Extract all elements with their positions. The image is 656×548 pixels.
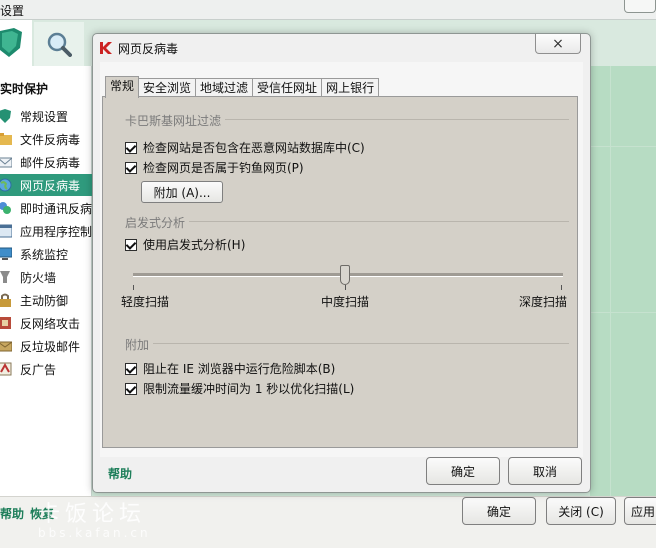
envelope-icon [0,341,12,352]
scan-tool-button[interactable] [34,22,84,66]
sidebar-item-label: 文件反病毒 [20,132,81,147]
sidebar-item-label: 反网络攻击 [20,316,81,331]
checkbox-checked-icon [125,161,137,174]
sidebar-item-anti-network-attack[interactable]: 反网络攻击 [0,312,92,334]
sidebar-item-system-watcher[interactable]: 系统监控 [0,243,92,265]
tab-online-banking[interactable]: 网上银行 [321,78,380,98]
limit-buffer-time-checkbox[interactable]: 限制流量缓冲时间为 1 秒以优化扫描(L) [125,380,354,397]
ad-icon [0,362,12,376]
checkbox-label: 检查网页是否属于钓鱼网页(P) [143,161,304,175]
protection-tool-button[interactable] [0,20,32,66]
web-antivirus-dialog: 网页反病毒 × 常规 安全浏览 地域过滤 受信任网址 网上银行 卡巴斯基网址过滤… [92,33,591,493]
monitor-icon [0,247,12,260]
network-icon [0,317,11,329]
sidebar-item-label: 主动防御 [20,293,69,308]
checkbox-checked-icon [125,141,137,154]
settings-content-area [590,66,656,496]
dialog-titlebar: 网页反病毒 × [93,34,590,62]
sidebar-item-label: 防火墙 [20,270,57,285]
slider-label-high: 深度扫描 [519,295,568,309]
tab-safe-browsing[interactable]: 安全浏览 [138,78,197,98]
sidebar-item-label: 即时通讯反病 [20,201,92,216]
firewall-icon [0,271,10,283]
slider-label-mid: 中度扫描 [321,295,370,309]
dialog-close-button[interactable]: × [535,34,581,54]
settings-titlebar: 设置 [0,0,656,20]
tab-trusted-urls[interactable]: 受信任网址 [252,78,323,98]
dialog-ok-button[interactable]: 确定 [426,457,500,485]
block-ie-scripts-checkbox[interactable]: 阻止在 IE 浏览器中运行危险脚本(B) [125,360,335,377]
slider-tick [133,285,134,290]
sidebar-item-label: 网页反病毒 [20,178,81,193]
slider-tick [561,285,562,290]
heuristic-analysis-checkbox[interactable]: 使用启发式分析(H) [125,236,245,253]
dialog-title: 网页反病毒 [118,42,179,56]
sidebar-item-proactive-defense[interactable]: 主动防御 [0,289,92,311]
checkbox-label: 限制流量缓冲时间为 1 秒以优化扫描(L) [143,382,355,396]
sidebar-item-label: 邮件反病毒 [20,155,81,170]
watermark-text: 卡饭论坛 [38,502,147,527]
phishing-check-checkbox[interactable]: 检查网页是否属于钓鱼网页(P) [125,159,304,176]
extra-divider [125,343,569,344]
malicious-db-check-checkbox[interactable]: 检查网站是否包含在恶意网站数据库中(C) [125,139,365,156]
checkbox-label: 阻止在 IE 浏览器中运行危险脚本(B) [143,362,336,376]
sidebar-item-app-control[interactable]: 应用程序控制 [0,220,92,242]
checkbox-checked-icon [125,362,137,375]
settings-apply-button[interactable]: 应用 [624,497,656,525]
chat-icon [0,202,11,214]
checkbox-checked-icon [125,238,137,251]
globe-icon [0,178,12,192]
dialog-help-link[interactable]: 帮助 [108,465,132,482]
slider-label-low: 轻度扫描 [121,295,170,309]
extra-section-label: 附加 [125,336,154,353]
sidebar-item-im-antivirus[interactable]: 即时通讯反病 [0,197,92,219]
scan-level-slider-thumb[interactable] [340,265,350,285]
folder-icon [0,133,12,145]
sidebar-item-file-antivirus[interactable]: 文件反病毒 [0,128,92,150]
settings-ok-button[interactable]: 确定 [462,497,536,525]
magnifier-icon [47,32,72,57]
checkbox-checked-icon [125,382,137,395]
sidebar-item-firewall[interactable]: 防火墙 [0,266,92,288]
shield-icon [0,28,22,57]
sidebar-item-label: 应用程序控制 [20,224,92,239]
sidebar-item-anti-spam[interactable]: 反垃圾邮件 [0,335,92,357]
settings-help-link[interactable]: 帮助 [0,505,24,522]
sidebar-item-label: 常规设置 [20,109,69,124]
dialog-tabs: 常规 安全浏览 地域过滤 受信任网址 网上银行 [105,76,380,98]
sidebar-item-label: 反垃圾邮件 [20,339,81,354]
close-icon: × [552,35,564,52]
checkbox-label: 使用启发式分析(H) [143,238,246,252]
settings-close-text-button[interactable]: 关闭 (C) [546,497,616,525]
tab-general[interactable]: 常规 [105,76,140,98]
sidebar-item-label: 系统监控 [20,247,69,262]
sidebar-item-label: 反广告 [20,362,57,377]
sidebar-item-mail-antivirus[interactable]: 邮件反病毒 [0,151,92,173]
sidebar-item-general[interactable]: 常规设置 [0,105,92,127]
shield-icon [0,109,11,123]
tab-geo-filter[interactable]: 地域过滤 [195,78,254,98]
dialog-cancel-button[interactable]: 取消 [508,457,582,485]
general-tab-panel: 卡巴斯基网址过滤 检查网站是否包含在恶意网站数据库中(C) 检查网页是否属于钓鱼… [102,96,578,448]
heuristic-section-label: 启发式分析 [125,214,190,231]
url-filter-section-label: 卡巴斯基网址过滤 [125,112,226,129]
mail-icon [0,157,12,168]
slider-tick [345,285,346,290]
sidebar-item-web-antivirus[interactable]: 网页反病毒 [0,174,92,196]
settings-close-button[interactable] [624,0,656,13]
sidebar-heading: 实时保护 [0,82,49,96]
kaspersky-k-icon [100,42,112,54]
add-button[interactable]: 附加 (A)... [141,181,223,203]
checkbox-label: 检查网站是否包含在恶意网站数据库中(C) [143,141,365,155]
window-icon [0,224,12,238]
settings-title: 设置 [0,4,25,18]
lock-icon [0,293,11,307]
watermark-url: bbs.kafan.cn [38,526,151,540]
heuristic-divider [125,221,569,222]
sidebar-item-anti-banner[interactable]: 反广告 [0,358,92,380]
